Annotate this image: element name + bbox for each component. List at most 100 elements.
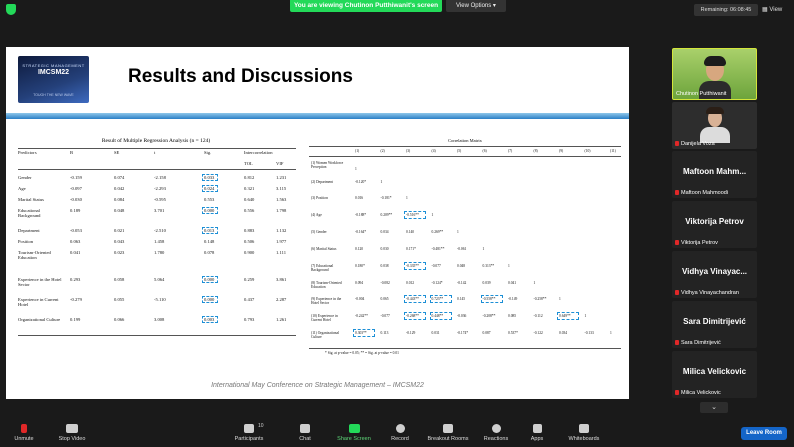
table-cell: 0.012 (406, 281, 415, 285)
participant-name: Maftoon Mahmoodi (681, 190, 729, 196)
highlight-box (404, 262, 426, 270)
table-row-label: (10) Experience in Current Hotel (311, 314, 338, 322)
whiteboards-button[interactable]: Whiteboards (564, 424, 604, 442)
table-cell: -2.293 (154, 186, 166, 191)
table-cell: 1 (482, 247, 485, 251)
table-cell: 0.021 (114, 228, 125, 233)
column-header: (1) (355, 149, 360, 153)
participant-name: Viktorija Petrov (681, 240, 718, 246)
table-rule (18, 148, 296, 149)
table-cell: 0.034 (380, 230, 389, 234)
table-cell: 0.023 (114, 250, 125, 255)
share-screen-button[interactable]: Share Screen (334, 424, 374, 442)
participant-tile[interactable]: Vidhya Vinayac... Vidhya Vinayachandran (672, 251, 757, 298)
view-layout-button[interactable]: ▦ View (762, 4, 790, 16)
table-cell: -0.030 (70, 197, 82, 202)
view-options-label: View Options (456, 3, 492, 9)
view-options-button[interactable]: View Options ▾ (446, 0, 506, 12)
highlight-box (404, 211, 426, 219)
avatar-hair (706, 107, 724, 114)
correlation-matrix: Correlation Matrix (1) (2) (3) (4) (5) (6) (7)… (305, 133, 625, 373)
grid-icon: ▦ (762, 7, 768, 13)
mic-muted-icon (675, 240, 679, 246)
conference-logo: STRATEGIC MANAGEMENT IMCSM22 TOUGH THE N… (18, 56, 89, 103)
security-shield-icon[interactable] (6, 4, 16, 15)
table-cell: -2.510 (154, 228, 166, 233)
table-cell: 0.140 (406, 230, 415, 234)
chat-bubble-icon (300, 424, 310, 433)
table-cell: 0.148 (204, 239, 215, 244)
table-cell: 0.094 (355, 281, 364, 285)
table-cell: 1.111 (276, 250, 286, 255)
chevron-down-icon: ▾ (492, 3, 496, 9)
chat-button[interactable]: Chat (294, 424, 316, 442)
table-cell: 0.506 (244, 239, 255, 244)
column-header: Predictors (18, 150, 37, 155)
highlight-box (480, 295, 503, 303)
participant-tile[interactable]: Danijela Voza (672, 102, 757, 149)
highlight-box (202, 276, 218, 283)
table-cell: 1 (610, 331, 612, 335)
leave-room-button[interactable]: Leave Room (741, 427, 787, 440)
table-cell: 1 (406, 196, 408, 200)
table-cell: 1 (508, 264, 510, 268)
scroll-down-chevron-icon[interactable]: ⌄ (700, 402, 728, 413)
table-row-label: Position (18, 239, 34, 244)
table-cell: 0.145 (457, 297, 466, 301)
apps-label: Apps (530, 436, 544, 442)
table-cell: 0.537* (508, 331, 518, 335)
table-cell: -0.061 (457, 247, 467, 251)
participant-name: Vidhya Vinayachandran (681, 290, 739, 296)
table-cell: -0.242** (355, 314, 368, 318)
participant-big-name: Sara Dimitrijević (683, 317, 746, 326)
column-header: TOL (244, 161, 253, 166)
smiley-icon (491, 424, 501, 433)
table-cell: -0.133 (584, 331, 594, 335)
table-rule (309, 156, 621, 157)
highlight-box (429, 295, 452, 303)
table-row-label: Experience in Current Hotel (18, 297, 59, 308)
table-cell: 0.437 (244, 297, 255, 302)
correlation-title: Correlation Matrix (448, 138, 482, 143)
participant-tile[interactable]: Viktorija Petrov Viktorija Petrov (672, 201, 757, 248)
participant-name-label: Danijela Voza (675, 141, 715, 147)
record-button[interactable]: Record (388, 424, 412, 442)
column-header: (5) (457, 149, 462, 153)
table-row-label: Organizational Culture (18, 317, 61, 322)
table-cell: 0.016 (355, 196, 364, 200)
participant-name: Chutinon Putthiwanit (676, 91, 727, 97)
table-cell: -0.149 (508, 297, 518, 301)
table-cell: 0.074 (114, 175, 125, 180)
table-cell: 0.793 (244, 317, 255, 322)
record-label: Record (391, 436, 409, 442)
participant-tile[interactable]: Maftoon Mahm... Maftoon Mahmoodi (672, 151, 757, 198)
participant-tile[interactable]: Sara Dimitrijević Sara Dimitrijević (672, 301, 757, 348)
breakout-rooms-label: Breakout Rooms (427, 436, 469, 442)
participant-tile[interactable]: Milica Velickovic Milica Velickovic (672, 351, 757, 398)
table-cell: 3.701 (154, 208, 165, 213)
table-cell: -0.595 (154, 197, 166, 202)
table-cell: -0.188* (355, 213, 367, 217)
table-cell: 0.039 (482, 281, 491, 285)
stop-video-button[interactable]: Stop Video (54, 424, 90, 442)
participant-tile-active-speaker[interactable]: Chutinon Putthiwanit (672, 48, 757, 100)
apps-button[interactable]: Apps (528, 424, 546, 442)
highlight-box (404, 312, 426, 320)
slide-footer: International May Conference on Strategi… (211, 382, 424, 389)
table-cell: 1 (584, 314, 587, 318)
whiteboards-label: Whiteboards (568, 436, 600, 442)
table-row-label: (3) Position (311, 196, 328, 200)
highlight-box (429, 312, 452, 320)
participant-name-label: Maftoon Mahmoodi (675, 190, 728, 196)
mic-muted-icon (675, 290, 679, 296)
breakout-rooms-button[interactable]: Breakout Rooms (424, 424, 472, 442)
table-cell: -0.036 (457, 314, 467, 318)
reactions-label: Reactions (483, 436, 509, 442)
table-cell: 0.113 (380, 331, 389, 335)
column-header: (2) (380, 149, 385, 153)
table-cell: 0.556 (244, 208, 255, 213)
unmute-button[interactable]: Unmute (10, 424, 38, 442)
reactions-button[interactable]: Reactions (481, 424, 511, 442)
column-header: t (154, 150, 156, 155)
column-header: (7) (508, 149, 513, 153)
